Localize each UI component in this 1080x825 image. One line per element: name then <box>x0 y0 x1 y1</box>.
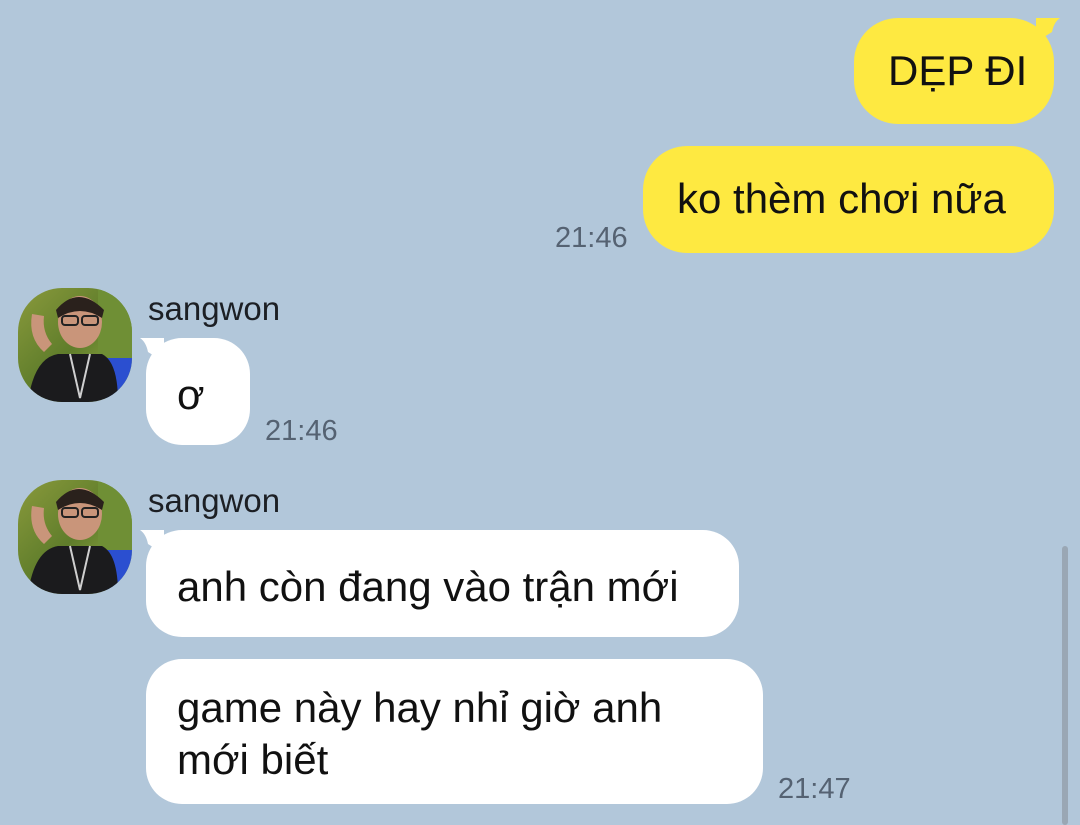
sender-name: sangwon <box>148 482 281 519</box>
message-text-line: game này hay nhỉ giờ anh <box>177 684 663 731</box>
bubble-tail-shape <box>140 338 164 362</box>
message-text: ơ <box>177 371 205 418</box>
message-timestamp: 21:46 <box>265 415 338 447</box>
bubble-tail-shape <box>140 530 164 554</box>
sender-avatar[interactable] <box>18 480 132 594</box>
incoming-message-bubble[interactable]: anh còn đang vào trận mới <box>146 530 739 637</box>
message-text: DẸP ĐI <box>888 47 1028 94</box>
message-timestamp: 21:46 <box>555 222 628 254</box>
avatar-photo-icon <box>18 480 132 594</box>
scrollbar-thumb[interactable] <box>1062 546 1068 825</box>
outgoing-message-bubble[interactable]: ko thèm chơi nữa <box>643 146 1054 253</box>
avatar-photo-icon <box>18 288 132 402</box>
incoming-message-bubble[interactable]: game này hay nhỉ giờ anh mới biết <box>146 659 763 804</box>
chat-message-list[interactable]: DẸP ĐI ko thèm chơi nữa 21:46 sangwon ơ … <box>0 0 1080 825</box>
bubble-tail-shape <box>1036 18 1060 42</box>
message-text-line: mới biết <box>177 736 329 783</box>
message-text: anh còn đang vào trận mới <box>177 563 679 610</box>
sender-avatar[interactable] <box>18 288 132 402</box>
message-timestamp: 21:47 <box>778 773 851 805</box>
outgoing-message-bubble[interactable]: DẸP ĐI <box>854 18 1054 124</box>
message-text: ko thèm chơi nữa <box>677 175 1006 222</box>
sender-name: sangwon <box>148 290 281 327</box>
